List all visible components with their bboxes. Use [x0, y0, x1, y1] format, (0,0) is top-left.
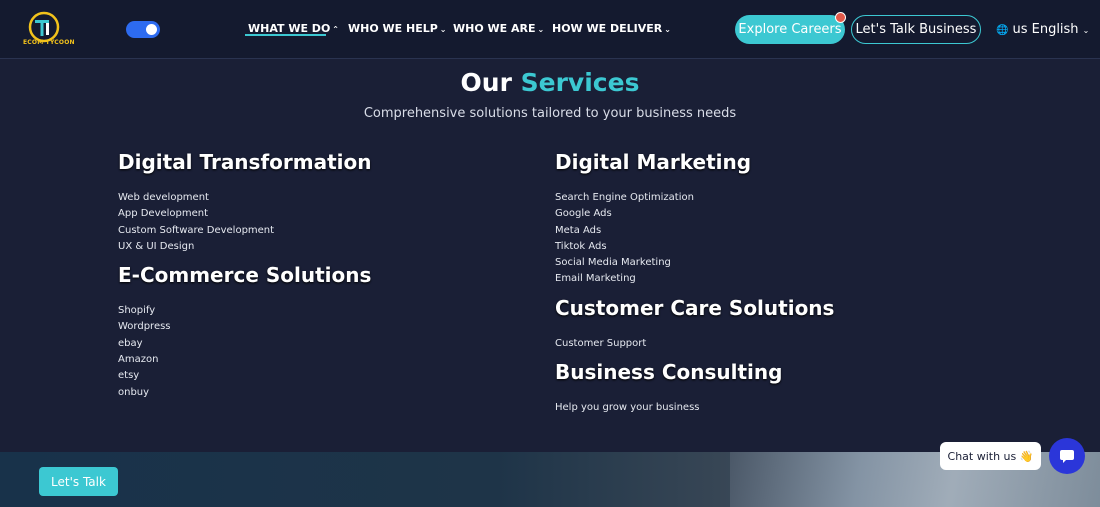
services-right-column: Digital Marketing Search Engine Optimiza…: [555, 150, 975, 424]
globe-icon: 🌐: [996, 25, 1009, 36]
service-link[interactable]: Google Ads: [555, 206, 975, 222]
service-group: E-Commerce Solutions Shopify Wordpress e…: [118, 263, 538, 401]
chevron-down-icon: ⌄: [664, 25, 671, 34]
nav-who-we-help[interactable]: WHO WE HELP ⌄: [348, 22, 447, 35]
services-left-column: Digital Transformation Web development A…: [118, 150, 538, 409]
service-group: Digital Transformation Web development A…: [118, 150, 538, 255]
language-label: English: [1031, 22, 1079, 37]
language-selector[interactable]: 🌐 us English ⌄: [996, 22, 1089, 37]
service-link[interactable]: onbuy: [118, 385, 538, 401]
group-title[interactable]: Digital Transformation: [118, 150, 538, 174]
nav-who-we-are-label: WHO WE ARE: [453, 22, 536, 35]
toggle-knob: [146, 24, 157, 35]
chevron-up-icon: ⌃: [332, 25, 339, 34]
service-link[interactable]: Tiktok Ads: [555, 239, 975, 255]
top-navigation-bar: ECOM TYCOON WHAT WE DO ⌃ WHO WE HELP ⌄ WHO…: [0, 0, 1100, 59]
active-nav-underline: [245, 34, 326, 36]
notification-dot: [835, 12, 846, 23]
service-link[interactable]: Help you grow your business: [555, 400, 975, 416]
chat-with-us-bubble[interactable]: Chat with us 👋: [940, 442, 1041, 470]
group-title[interactable]: Business Consulting: [555, 360, 975, 384]
service-list: Web development App Development Custom S…: [118, 190, 538, 255]
group-title[interactable]: E-Commerce Solutions: [118, 263, 538, 287]
service-group: Digital Marketing Search Engine Optimiza…: [555, 150, 975, 288]
service-link[interactable]: Search Engine Optimization: [555, 190, 975, 206]
service-group: Business Consulting Help you grow your b…: [555, 360, 975, 416]
service-list: Help you grow your business: [555, 400, 975, 416]
service-group: Customer Care Solutions Customer Support: [555, 296, 975, 352]
group-title[interactable]: Digital Marketing: [555, 150, 975, 174]
service-link[interactable]: Shopify: [118, 303, 538, 319]
service-link[interactable]: Wordpress: [118, 319, 538, 335]
nav-who-we-are[interactable]: WHO WE ARE ⌄: [453, 22, 544, 35]
language-flag-code: us: [1012, 22, 1028, 37]
explore-careers-button[interactable]: Explore Careers: [735, 15, 845, 44]
nav-who-we-help-label: WHO WE HELP: [348, 22, 438, 35]
service-list: Customer Support: [555, 336, 975, 352]
service-link[interactable]: Custom Software Development: [118, 223, 538, 239]
group-title[interactable]: Customer Care Solutions: [555, 296, 975, 320]
title-accent: Services: [520, 68, 640, 97]
wave-icon: 👋: [1019, 449, 1034, 463]
chat-label: Chat with us: [947, 449, 1017, 463]
lets-talk-business-button[interactable]: Let's Talk Business: [851, 15, 981, 44]
service-link[interactable]: App Development: [118, 206, 538, 222]
service-link[interactable]: UX & UI Design: [118, 239, 538, 255]
service-link[interactable]: Customer Support: [555, 336, 975, 352]
service-link[interactable]: Meta Ads: [555, 223, 975, 239]
service-link[interactable]: etsy: [118, 368, 538, 384]
service-link[interactable]: Web development: [118, 190, 538, 206]
services-title: Our Services: [0, 68, 1100, 97]
service-link[interactable]: Social Media Marketing: [555, 255, 975, 271]
service-list: Shopify Wordpress ebay Amazon etsy onbuy: [118, 303, 538, 401]
nav-how-we-deliver[interactable]: HOW WE DELIVER ⌄: [552, 22, 671, 35]
lets-talk-button[interactable]: Let's Talk: [39, 467, 118, 496]
theme-toggle[interactable]: [126, 21, 160, 38]
logo-text: ECOM TYCOON: [23, 39, 75, 46]
title-prefix: Our: [460, 68, 512, 97]
background-photo: [730, 452, 1100, 507]
chat-icon: [1060, 450, 1074, 463]
nav-how-we-deliver-label: HOW WE DELIVER: [552, 22, 663, 35]
chat-launcher-button[interactable]: [1049, 438, 1085, 474]
service-list: Search Engine Optimization Google Ads Me…: [555, 190, 975, 288]
chevron-down-icon: ⌄: [1082, 26, 1090, 35]
service-link[interactable]: Email Marketing: [555, 271, 975, 287]
service-link[interactable]: Amazon: [118, 352, 538, 368]
chevron-down-icon: ⌄: [439, 25, 447, 34]
services-subtitle: Comprehensive solutions tailored to your…: [363, 106, 737, 121]
service-link[interactable]: ebay: [118, 336, 538, 352]
chevron-down-icon: ⌄: [537, 25, 545, 34]
